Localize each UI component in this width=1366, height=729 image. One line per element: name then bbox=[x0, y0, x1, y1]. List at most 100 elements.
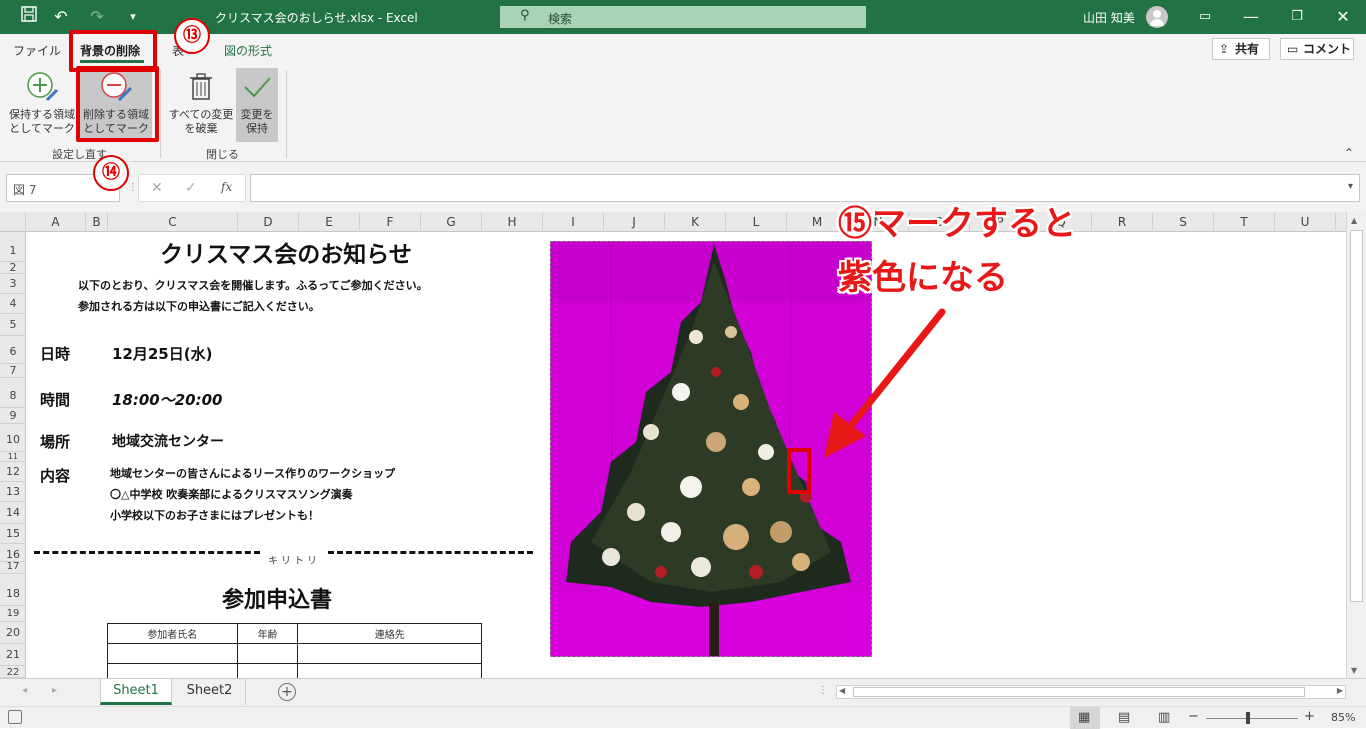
scroll-right-icon[interactable]: ▶ bbox=[1337, 686, 1343, 695]
horizontal-scrollbar[interactable]: ◀ ▶ bbox=[836, 685, 1346, 699]
row-header-cell[interactable]: 7 bbox=[0, 364, 26, 378]
row-header-cell[interactable]: 10 bbox=[0, 424, 26, 452]
row-header-cell[interactable]: 20 bbox=[0, 622, 26, 644]
column-header-cell[interactable]: H bbox=[482, 212, 543, 232]
undo-icon[interactable]: ↶ bbox=[50, 6, 72, 28]
column-header-cell[interactable]: F bbox=[360, 212, 421, 232]
form-cell[interactable] bbox=[107, 663, 238, 678]
search-box[interactable]: ⚲ 検索 bbox=[500, 6, 866, 28]
enter-icon[interactable]: ✓ bbox=[185, 180, 197, 196]
zoom-level[interactable]: 85% bbox=[1331, 711, 1355, 724]
row-header-cell[interactable]: 4 bbox=[0, 294, 26, 314]
row-header-cell[interactable]: 13 bbox=[0, 482, 26, 502]
row-header-cell[interactable]: 16 bbox=[0, 544, 26, 562]
scroll-up-icon[interactable]: ▲ bbox=[1351, 216, 1357, 225]
page-layout-view-icon[interactable]: ▤ bbox=[1118, 710, 1130, 725]
sheet-tab-sheet1[interactable]: Sheet1 bbox=[100, 679, 172, 705]
restore-icon[interactable]: ❐ bbox=[1286, 6, 1308, 28]
column-header-cell[interactable]: C bbox=[108, 212, 238, 232]
row-header-cell[interactable]: 3 bbox=[0, 274, 26, 294]
row-header-cell[interactable]: 9 bbox=[0, 408, 26, 424]
keep-changes-button[interactable]: 変更を 保持 bbox=[236, 68, 278, 142]
row-header-cell[interactable]: 12 bbox=[0, 462, 26, 482]
column-header-cell[interactable]: A bbox=[26, 212, 86, 232]
vertical-scrollbar[interactable]: ▲ ▼ bbox=[1346, 212, 1366, 678]
column-header-cell[interactable]: U bbox=[1275, 212, 1336, 232]
row-header-cell[interactable]: 5 bbox=[0, 314, 26, 336]
scroll-down-icon[interactable]: ▼ bbox=[1351, 666, 1357, 675]
tab-file[interactable]: ファイル bbox=[13, 42, 61, 59]
formula-bar-area: 図 7 ▾ ⋮ ✕ ✓ fx ▾ bbox=[0, 162, 1366, 212]
column-header-cell[interactable]: J bbox=[604, 212, 665, 232]
row-header: 1 2 3 4 5 6 7 8 9 10 11 12 13 14 15 16 1… bbox=[0, 232, 26, 678]
row-header-cell[interactable]: 19 bbox=[0, 606, 26, 622]
redo-icon[interactable]: ↷ bbox=[86, 6, 108, 28]
column-header-cell[interactable]: E bbox=[299, 212, 360, 232]
collapse-ribbon-icon[interactable]: ⌃ bbox=[1344, 146, 1354, 160]
close-icon[interactable]: ✕ bbox=[1332, 6, 1354, 28]
mark-keep-label-1: 保持する領域 bbox=[9, 108, 75, 121]
column-header-cell[interactable]: D bbox=[238, 212, 299, 232]
worksheet-grid[interactable]: クリスマス会のお知らせ 以下のとおり、クリスマス会を開催します。ふるってご参加く… bbox=[26, 232, 1346, 678]
column-header-cell[interactable]: B bbox=[86, 212, 108, 232]
vertical-scroll-thumb[interactable] bbox=[1350, 230, 1363, 602]
row-header-cell[interactable]: 6 bbox=[0, 336, 26, 364]
quick-access-dropdown-icon[interactable]: ▾ bbox=[122, 6, 144, 28]
insert-function-icon[interactable]: fx bbox=[221, 180, 232, 194]
formula-bar-buttons: ✕ ✓ fx bbox=[138, 174, 246, 202]
horizontal-scroll-thumb[interactable] bbox=[853, 687, 1305, 697]
row-header-cell[interactable]: 18 bbox=[0, 574, 26, 606]
expand-formula-bar-icon[interactable]: ▾ bbox=[1348, 181, 1353, 192]
checkmark-icon bbox=[244, 77, 271, 98]
row-header-cell[interactable]: 1 bbox=[0, 232, 26, 262]
zoom-out-icon[interactable]: − bbox=[1188, 709, 1199, 724]
add-sheet-icon[interactable]: + bbox=[278, 683, 296, 701]
column-header-cell[interactable]: L bbox=[726, 212, 787, 232]
column-header-cell[interactable]: T bbox=[1214, 212, 1275, 232]
mark-areas-to-keep-button[interactable]: 保持する領域 としてマーク bbox=[6, 70, 78, 140]
form-cell[interactable] bbox=[297, 643, 482, 664]
row-header-cell[interactable]: 17 bbox=[0, 562, 26, 574]
form-cell[interactable] bbox=[107, 643, 238, 664]
zoom-slider[interactable] bbox=[1206, 712, 1298, 724]
row-header-cell[interactable]: 2 bbox=[0, 262, 26, 274]
column-header-cell[interactable]: R bbox=[1092, 212, 1153, 232]
zoom-slider-thumb[interactable] bbox=[1246, 712, 1250, 724]
minimize-icon[interactable]: — bbox=[1240, 6, 1262, 28]
step-13-badge: ⑬ bbox=[174, 18, 210, 54]
column-header-cell[interactable]: S bbox=[1153, 212, 1214, 232]
select-all-corner[interactable] bbox=[0, 212, 26, 232]
cancel-icon[interactable]: ✕ bbox=[151, 180, 163, 196]
column-header-cell[interactable]: K bbox=[665, 212, 726, 232]
row-header-cell[interactable]: 14 bbox=[0, 502, 26, 524]
comments-button[interactable]: ▭ コメント bbox=[1280, 38, 1354, 60]
next-sheet-icon[interactable]: ▸ bbox=[52, 685, 57, 696]
formula-input[interactable]: ▾ bbox=[250, 174, 1360, 202]
sheet-tab-sheet2[interactable]: Sheet2 bbox=[174, 679, 246, 705]
normal-view-button[interactable]: ▦ bbox=[1070, 707, 1100, 729]
search-icon: ⚲ bbox=[520, 8, 530, 23]
tab-picture-format[interactable]: 図の形式 bbox=[224, 42, 272, 59]
macro-record-icon[interactable] bbox=[8, 710, 22, 724]
form-cell[interactable] bbox=[297, 663, 482, 678]
column-header-cell[interactable]: I bbox=[543, 212, 604, 232]
form-cell[interactable] bbox=[236, 663, 299, 678]
prev-sheet-icon[interactable]: ◂ bbox=[22, 685, 27, 696]
page-break-view-icon[interactable]: ▥ bbox=[1158, 710, 1170, 725]
column-header-cell[interactable]: G bbox=[421, 212, 482, 232]
row-header-cell[interactable]: 21 bbox=[0, 644, 26, 666]
row-header-cell[interactable]: 22 bbox=[0, 666, 26, 678]
discard-label-1: すべての変更 bbox=[168, 108, 234, 121]
row-header-cell[interactable]: 11 bbox=[0, 452, 26, 462]
ribbon-display-icon[interactable]: ▭ bbox=[1194, 6, 1216, 28]
scroll-left-icon[interactable]: ◀ bbox=[839, 686, 845, 695]
tab-split-handle-icon[interactable]: ⋮ bbox=[818, 685, 828, 696]
discard-all-changes-button[interactable]: すべての変更 を破棄 bbox=[166, 70, 236, 140]
share-button[interactable]: ⇪ 共有 bbox=[1212, 38, 1270, 60]
zoom-in-icon[interactable]: + bbox=[1304, 709, 1315, 724]
avatar[interactable] bbox=[1146, 6, 1168, 28]
row-header-cell[interactable]: 15 bbox=[0, 524, 26, 544]
form-cell[interactable] bbox=[236, 643, 299, 664]
row-header-cell[interactable]: 8 bbox=[0, 378, 26, 408]
save-icon[interactable] bbox=[18, 6, 40, 28]
